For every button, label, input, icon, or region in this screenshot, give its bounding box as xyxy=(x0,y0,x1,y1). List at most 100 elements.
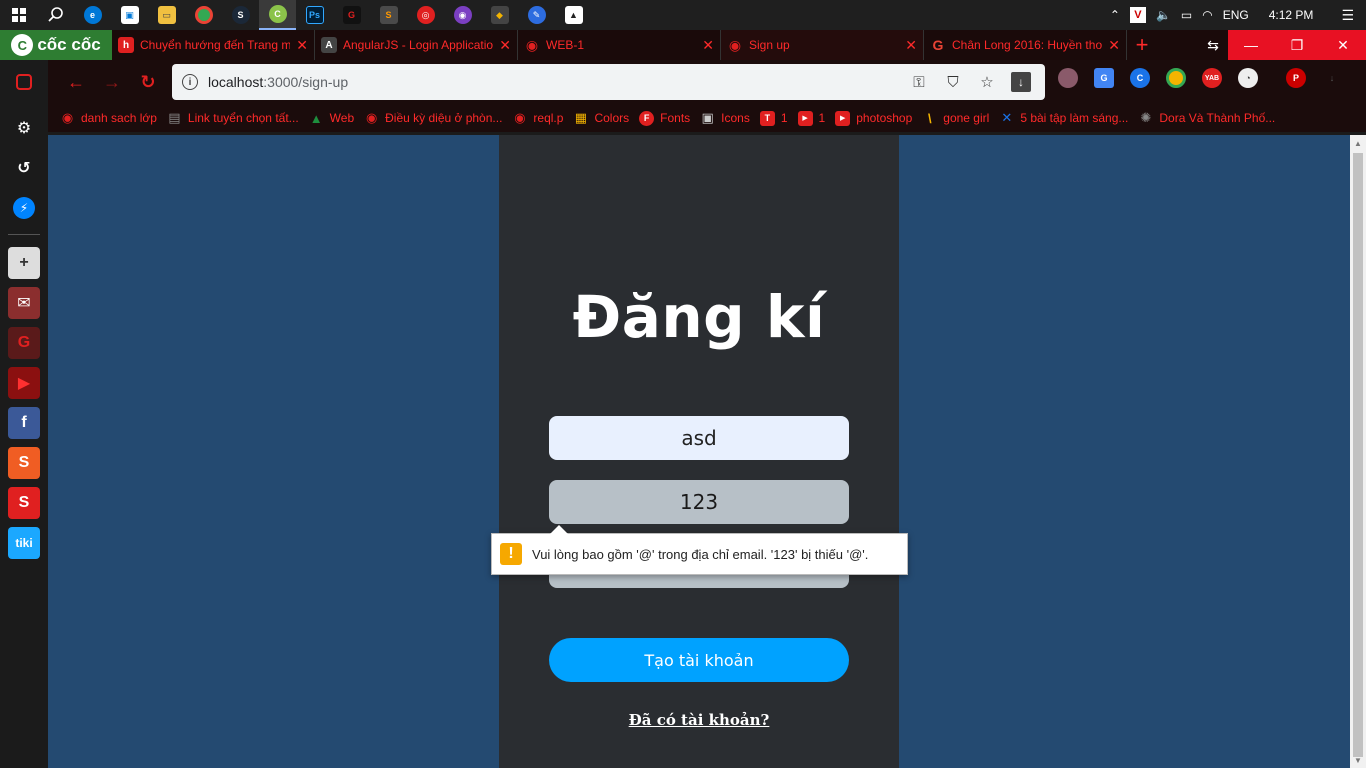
reload-icon[interactable]: ↻ xyxy=(130,64,166,100)
browser-tab[interactable]: A AngularJS - Login Applicatio ✕ xyxy=(315,30,518,60)
bookmark-item[interactable]: ◉ Điều kỳ diệu ở phòn... xyxy=(364,110,503,126)
close-tab-icon[interactable]: ✕ xyxy=(499,37,511,54)
bookmark-item[interactable]: F Fonts xyxy=(639,110,690,126)
bookmark-item[interactable]: ▣ Icons xyxy=(700,110,750,126)
tab-favicon-icon: A xyxy=(321,37,337,53)
browser-tab-active[interactable]: ◉ Sign up ✕ xyxy=(721,30,924,60)
coccoc-logo[interactable]: C cốc cốc xyxy=(0,30,112,60)
wifi-icon[interactable]: ◠ xyxy=(1202,8,1212,22)
bookmark-item[interactable]: \ gone girl xyxy=(922,111,989,126)
restore-button[interactable]: ❐ xyxy=(1274,30,1320,60)
translate-icon[interactable]: G xyxy=(1094,68,1114,88)
store-icon[interactable]: ▣ xyxy=(111,0,148,30)
yab-extension-icon[interactable]: YAB xyxy=(1202,68,1222,88)
close-tab-icon[interactable]: ✕ xyxy=(296,37,308,54)
address-bar[interactable]: i localhost:3000/sign-up ⚿ ⛉ ☆ ↓ xyxy=(172,64,1045,100)
email-field[interactable]: 123 xyxy=(549,480,849,524)
bookmark-item[interactable]: ▶ photoshop xyxy=(835,110,912,126)
close-tab-icon[interactable]: ✕ xyxy=(1108,37,1120,54)
site-info-icon[interactable]: i xyxy=(182,74,198,90)
back-arrow-icon[interactable]: ← xyxy=(58,64,94,100)
youtube-icon[interactable]: ▶ xyxy=(8,367,40,399)
browser-tab[interactable]: ◉ WEB-1 ✕ xyxy=(518,30,721,60)
clock[interactable]: 4:12 PM xyxy=(1269,8,1314,22)
notification-icon[interactable]: ☰ xyxy=(1341,7,1354,24)
new-tab-button[interactable]: + xyxy=(1127,30,1157,60)
photoshop-icon[interactable]: Ps xyxy=(296,0,333,30)
coccoc-extension-icon[interactable]: C xyxy=(1130,68,1150,88)
language-indicator[interactable]: ENG xyxy=(1223,8,1249,22)
bookmark-item[interactable]: ▶ 1 xyxy=(797,110,825,126)
photos-app-icon[interactable]: ▲ xyxy=(555,0,592,30)
paint-app-icon[interactable]: ✎ xyxy=(518,0,555,30)
pinterest-icon[interactable]: P xyxy=(1286,68,1306,88)
window-controls: ⇆ — ❐ ✕ xyxy=(1198,30,1366,60)
color-picker-icon[interactable] xyxy=(1166,68,1186,88)
bookmark-star-icon[interactable]: ☆ xyxy=(973,68,1001,96)
add-sidebar-app-button[interactable]: + xyxy=(8,247,40,279)
git-app-icon[interactable]: ◆ xyxy=(481,0,518,30)
tab-title: AngularJS - Login Applicatio xyxy=(343,38,494,52)
scroll-thumb[interactable] xyxy=(1353,153,1363,757)
shopee-icon[interactable]: S xyxy=(8,447,40,479)
create-account-button[interactable]: Tạo tài khoản xyxy=(549,638,849,682)
minimize-button[interactable]: — xyxy=(1228,30,1274,60)
login-link[interactable]: Đã có tài khoản? xyxy=(499,711,899,729)
downloads-icon[interactable]: ↓ xyxy=(1322,68,1342,88)
shield-icon[interactable]: ⛉ xyxy=(939,68,967,96)
volume-icon[interactable]: 🔈 xyxy=(1156,8,1171,22)
bookmark-item[interactable]: ▦ Colors xyxy=(573,110,629,126)
extension-avatar-icon[interactable] xyxy=(1058,68,1078,88)
chevron-up-icon[interactable]: ⌃ xyxy=(1110,8,1120,22)
vivaldi-tray-icon[interactable]: V xyxy=(1129,7,1146,23)
page-scrollbar[interactable]: ▲ ▼ xyxy=(1350,135,1366,768)
close-tab-icon[interactable]: ✕ xyxy=(905,37,917,54)
bookmark-item[interactable]: T1 xyxy=(759,110,788,126)
bookmark-item[interactable]: ▲ Web xyxy=(309,111,354,126)
sidebar-toggle-icon[interactable] xyxy=(16,74,32,90)
bookmark-item[interactable]: ◉ danh sach lớp xyxy=(60,110,157,126)
bookmark-item[interactable]: ◉ reql.p xyxy=(512,110,563,126)
coccoc-taskbar-icon[interactable]: C xyxy=(259,0,296,30)
facebook-icon[interactable]: f xyxy=(8,407,40,439)
settings-gear-icon[interactable]: ⚙ xyxy=(8,112,40,144)
close-tab-icon[interactable]: ✕ xyxy=(702,37,714,54)
browser-tab[interactable]: G Chân Long 2016: Huyền tho ✕ xyxy=(924,30,1127,60)
battery-icon[interactable]: ▭ xyxy=(1181,8,1192,22)
tiki-icon[interactable]: tiki xyxy=(8,527,40,559)
edge-icon[interactable]: e xyxy=(74,0,111,30)
bookmark-label: Điều kỳ diệu ở phòn... xyxy=(385,111,503,125)
url-text[interactable]: localhost:3000/sign-up xyxy=(208,74,899,90)
bookmark-item[interactable]: ▤ Link tuyển chọn tất... xyxy=(167,110,298,126)
google-icon[interactable]: G xyxy=(8,327,40,359)
file-explorer-icon[interactable]: ▭ xyxy=(148,0,185,30)
key-icon[interactable]: ⚿ xyxy=(905,68,933,96)
bookmark-favicon-icon: ✺ xyxy=(1140,110,1152,125)
steam-icon[interactable]: S xyxy=(222,0,259,30)
page-title: Đăng kí xyxy=(572,283,826,351)
browser-tab[interactable]: h Chuyển hướng đến Trang m ✕ xyxy=(112,30,315,60)
history-icon[interactable]: ↺ xyxy=(8,152,40,184)
sendo-icon[interactable]: S xyxy=(8,487,40,519)
gmail-icon[interactable]: ✉ xyxy=(8,287,40,319)
username-field[interactable]: asd xyxy=(549,416,849,460)
scroll-up-icon[interactable]: ▲ xyxy=(1350,135,1366,151)
clock-extension-icon[interactable]: ◔ xyxy=(1238,68,1258,88)
target-app-icon[interactable]: ◎ xyxy=(407,0,444,30)
messenger-icon[interactable]: ⚡ xyxy=(8,192,40,224)
close-window-button[interactable]: ✕ xyxy=(1320,30,1366,60)
windows-start-icon[interactable] xyxy=(0,0,37,30)
download-icon[interactable]: ↓ xyxy=(1007,68,1035,96)
bookmark-label: danh sach lớp xyxy=(81,111,157,125)
garena-icon[interactable]: G xyxy=(333,0,370,30)
tab-list-icon[interactable]: ⇆ xyxy=(1198,30,1228,60)
sublime-icon[interactable]: S xyxy=(370,0,407,30)
forward-arrow-icon[interactable]: → xyxy=(94,64,130,100)
search-icon[interactable] xyxy=(37,0,74,30)
bookmark-label: gone girl xyxy=(943,111,990,125)
bookmark-item[interactable]: ✕ 5 bài tập làm sáng... xyxy=(999,110,1128,126)
chrome-icon[interactable] xyxy=(185,0,222,30)
chat-app-icon[interactable]: ◉ xyxy=(444,0,481,30)
bookmark-item[interactable]: ✺ Dora Và Thành Phố... xyxy=(1138,110,1275,126)
scroll-down-icon[interactable]: ▼ xyxy=(1350,752,1366,768)
